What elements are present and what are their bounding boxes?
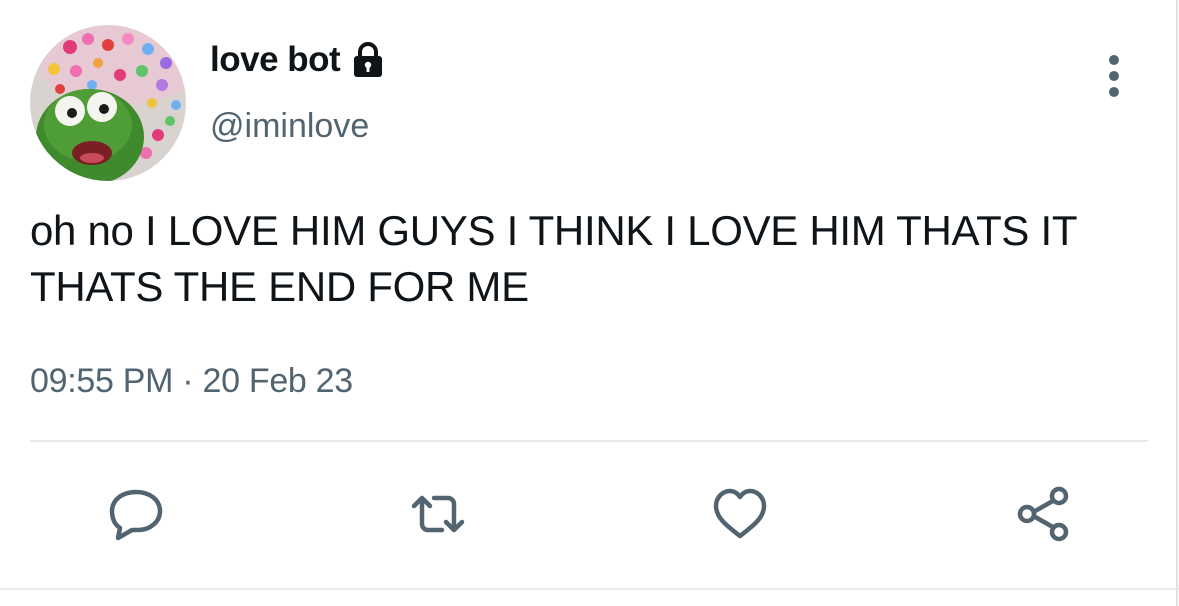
avatar[interactable] — [30, 25, 186, 181]
user-handle[interactable]: @iminlove — [210, 107, 369, 146]
right-edge-border — [1176, 0, 1178, 606]
display-name[interactable]: love bot — [210, 40, 341, 80]
tweet-card: love bot @iminlove oh no I LOVE HIM GUYS… — [0, 0, 1179, 606]
divider — [30, 440, 1148, 442]
more-vertical-icon — [1109, 55, 1119, 97]
retweet-icon — [411, 495, 465, 533]
retweet-button[interactable] — [408, 484, 468, 544]
like-button[interactable] — [710, 484, 770, 544]
share-icon — [1017, 486, 1069, 542]
meta-separator: · — [182, 362, 194, 400]
bottom-divider — [0, 588, 1179, 590]
tweet-date: 20 Feb 23 — [202, 362, 353, 400]
share-button[interactable] — [1014, 484, 1074, 544]
tweet-text: oh no I LOVE HIM GUYS I THINK I LOVE HIM… — [30, 207, 1077, 310]
lock-icon — [349, 41, 387, 79]
like-icon — [713, 488, 767, 539]
reply-button[interactable] — [106, 484, 166, 544]
kermit-hearts-avatar-image — [30, 25, 186, 181]
name-row: love bot — [210, 40, 387, 80]
more-options-button[interactable] — [1096, 52, 1132, 100]
tweet-time: 09:55 PM — [30, 362, 174, 400]
reply-icon — [109, 489, 163, 541]
tweet-meta: 09:55 PM · 20 Feb 23 — [30, 362, 353, 401]
